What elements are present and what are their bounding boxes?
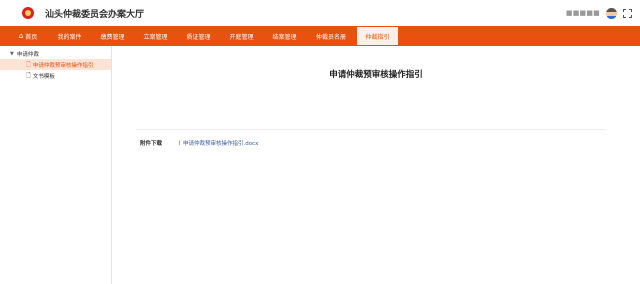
nav-item-closing-management[interactable]: 结案管理: [263, 26, 306, 46]
nav-item-fee-management[interactable]: 缴费管理: [91, 26, 134, 46]
tree-group-label: 申请仲裁: [16, 51, 39, 58]
tree-item-document-templates[interactable]: 🗋 文书模板: [0, 70, 111, 81]
nav-item-label: 缴费管理: [100, 33, 125, 41]
page-title: 申请仲裁预审核操作指引: [329, 70, 423, 80]
nav-item-label: 仲裁指引: [365, 33, 390, 41]
nav-item-arbitrator-roster[interactable]: 仲裁员名册: [306, 26, 356, 46]
attachment-label: 附件下载: [140, 141, 163, 147]
nav-item-hearing-management[interactable]: 开庭管理: [220, 26, 263, 46]
tree-item-pre-review-guide[interactable]: 🗋 申请仲裁预审核操作指引: [0, 59, 111, 70]
fullscreen-icon[interactable]: [623, 8, 632, 18]
content-divider: [136, 129, 606, 130]
nav-item-label: 立案管理: [143, 33, 168, 41]
nav-item-arbitration-guide[interactable]: 仲裁指引: [356, 26, 399, 46]
nav-item-label: 质证管理: [186, 33, 211, 41]
tree-group-apply-arbitration[interactable]: ▼ 申请仲裁: [0, 48, 111, 59]
home-icon: ⌂: [18, 32, 24, 40]
arbitration-emblem-logo: [22, 7, 34, 19]
nav-item-label: 仲裁员名册: [315, 33, 346, 41]
header-user-area: ■■■■■: [566, 7, 632, 19]
nav-item-filing-management[interactable]: 立案管理: [134, 26, 177, 46]
nav-item-label: 结案管理: [272, 33, 297, 41]
nav-item-label: 开庭管理: [229, 33, 254, 41]
attachment-download-link[interactable]: ⌇ 申请仲裁预审核操作指引.docx: [178, 139, 258, 148]
user-avatar-icon[interactable]: [606, 7, 617, 19]
document-icon: 🗋: [26, 60, 31, 68]
app-header: 汕头仲裁委员会办案大厅 ■■■■■: [0, 0, 640, 26]
nav-item-home[interactable]: ⌂ 首页: [8, 26, 48, 46]
user-name[interactable]: ■■■■■: [566, 9, 600, 17]
nav-item-label: 我的案件: [57, 33, 82, 41]
main-nav: ⌂ 首页 我的案件 缴费管理 立案管理 质证管理 开庭管理 结案管理 仲裁员名册…: [0, 26, 640, 46]
nav-item-label: 首页: [25, 33, 38, 41]
sidebar-tree: ▼ 申请仲裁 🗋 申请仲裁预审核操作指引 🗋 文书模板: [0, 46, 112, 284]
nav-item-evidence-management[interactable]: 质证管理: [177, 26, 220, 46]
tree-item-label: 文书模板: [32, 73, 55, 80]
attachment-file-name[interactable]: 申请仲裁预审核操作指引.docx: [183, 139, 258, 147]
app-title: 汕头仲裁委员会办案大厅: [45, 9, 145, 20]
paperclip-icon: ⌇: [178, 139, 181, 147]
document-icon: 🗋: [26, 71, 31, 79]
caret-down-icon[interactable]: ▼: [10, 51, 14, 57]
attachment-row: 附件下载 ⌇ 申请仲裁预审核操作指引.docx: [140, 139, 258, 148]
tree-item-label: 申请仲裁预审核操作指引: [32, 62, 94, 69]
nav-item-my-cases[interactable]: 我的案件: [48, 26, 91, 46]
